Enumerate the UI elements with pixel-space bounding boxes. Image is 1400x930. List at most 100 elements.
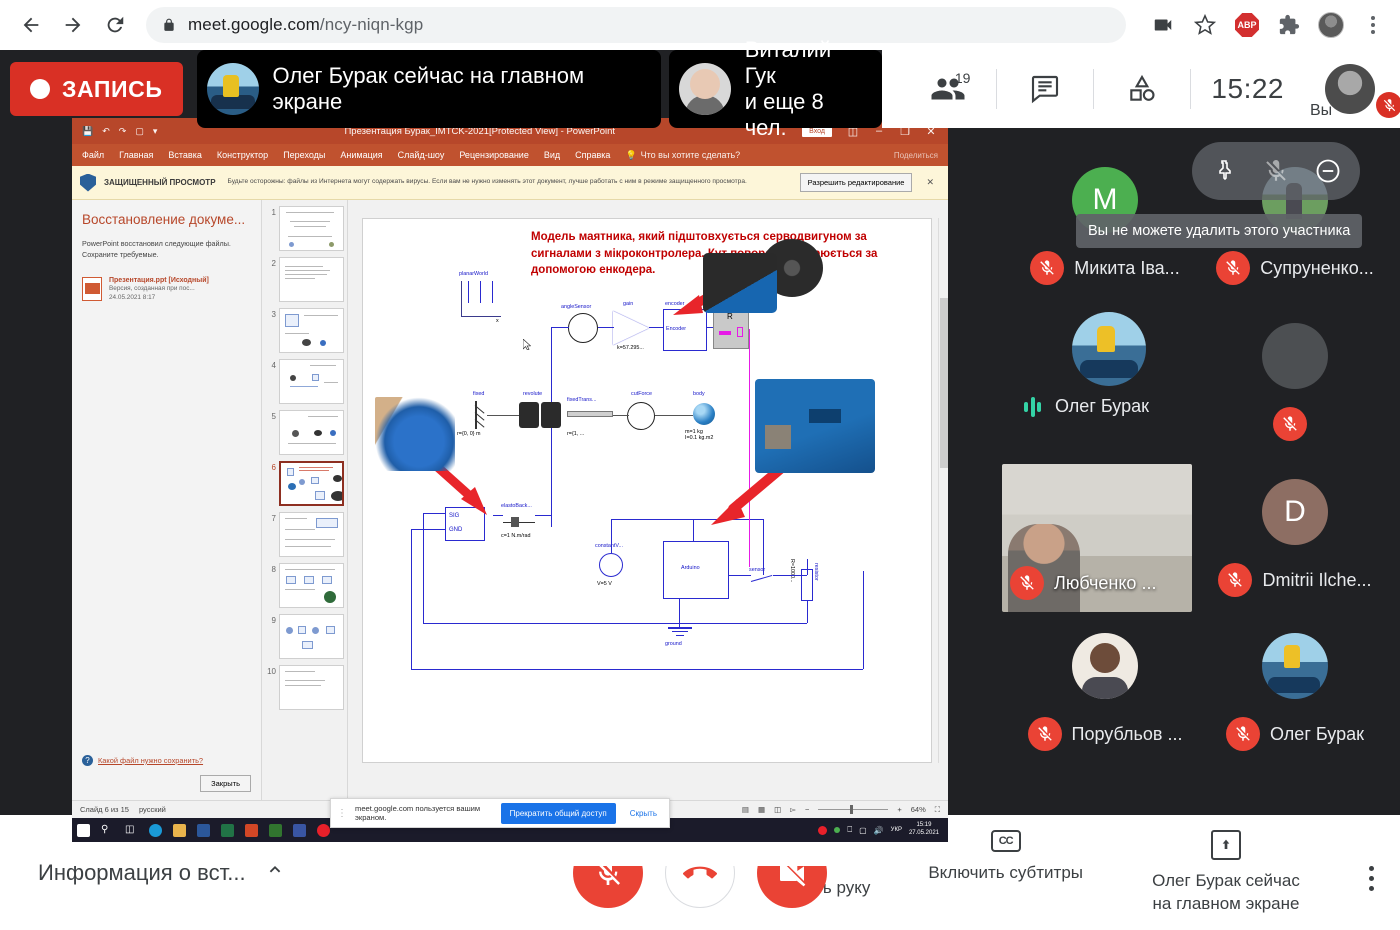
thumb-preview-selected[interactable] [279, 461, 344, 506]
stop-sharing-button[interactable]: Прекратить общий доступ [500, 802, 616, 824]
mic-off-icon[interactable] [1254, 149, 1298, 193]
network-icon[interactable] [834, 827, 841, 833]
pin-icon[interactable] [1202, 149, 1246, 193]
slide-thumbnail-3[interactable]: 3 [265, 308, 344, 353]
ribbon-tab-transitions[interactable]: Переходы [283, 150, 325, 160]
opera-icon[interactable] [317, 823, 330, 837]
thumb-preview[interactable] [279, 359, 344, 404]
close-icon[interactable]: ✕ [920, 177, 940, 188]
ribbon-tab-slideshow[interactable]: Слайд-шоу [398, 150, 445, 160]
scrollbar-thumb[interactable] [940, 298, 948, 468]
zoom-slider[interactable] [818, 805, 889, 814]
visio-icon[interactable] [293, 823, 306, 837]
slide-thumbnail-8[interactable]: 8 [265, 563, 344, 608]
thumb-preview[interactable] [279, 410, 344, 455]
slide-thumbnail-9[interactable]: 9 [265, 614, 344, 659]
task-view-icon[interactable]: ◫ [125, 824, 138, 837]
zoom-level-label[interactable]: 64% [911, 805, 926, 814]
powerpoint-icon[interactable] [245, 823, 258, 837]
fit-to-window-icon[interactable]: ⛶ [935, 805, 940, 815]
normal-view-icon[interactable]: ▤ [742, 805, 749, 814]
captions-button[interactable]: CC Включить субтитры [928, 830, 1083, 884]
participant-tile-4[interactable] [1200, 308, 1390, 456]
windows-start-icon[interactable] [77, 823, 90, 837]
slide-thumbnail-4[interactable]: 4 [265, 359, 344, 404]
slide-thumbnail-5[interactable]: 5 [265, 410, 344, 455]
battery-icon[interactable]: ▢ [859, 826, 867, 835]
tell-me-box[interactable]: 💡 Что вы хотите сделать? [625, 150, 740, 161]
excel-icon[interactable] [221, 823, 234, 837]
recovery-close-button[interactable]: Закрыть [200, 775, 251, 792]
recovery-help-link[interactable]: Какой файл нужно сохранить? [98, 756, 203, 765]
reading-view-icon[interactable]: ◫ [774, 805, 781, 814]
chat-icon[interactable] [997, 50, 1093, 128]
monitor-icon[interactable]: ⎕ [847, 825, 852, 835]
slide-thumbnail-2[interactable]: 2 [265, 257, 344, 302]
forward-arrow-icon[interactable] [56, 8, 90, 42]
ribbon-tab-insert[interactable]: Вставка [168, 150, 201, 160]
ribbon-tab-view[interactable]: Вид [544, 150, 560, 160]
slide-thumbnail-1[interactable]: 1 [265, 206, 344, 251]
back-arrow-icon[interactable] [14, 8, 48, 42]
enable-editing-button[interactable]: Разрешить редактирование [799, 173, 913, 192]
participant-tile-6[interactable]: D Dmitrii Ilche... [1200, 464, 1390, 612]
publisher-icon[interactable] [269, 823, 282, 837]
volume-icon[interactable]: 🔊 [874, 826, 884, 835]
explorer-icon[interactable] [173, 823, 186, 837]
present-now-button[interactable]: Олег Бурак сейчас на главном экране [1141, 830, 1311, 914]
address-bar[interactable]: meet.google.com/ncy-niqn-kgp [146, 7, 1126, 43]
screen-share-notification[interactable]: ⋮ meet.google.com пользуется вашим экран… [330, 798, 670, 828]
recording-badge[interactable]: ЗАПИСЬ [10, 62, 183, 116]
puzzle-icon[interactable] [1276, 12, 1302, 38]
ribbon-tab-home[interactable]: Главная [119, 150, 153, 160]
slide-thumbnail-7[interactable]: 7 [265, 512, 344, 557]
ribbon-tab-help[interactable]: Справка [575, 150, 610, 160]
slide-thumbnail-10[interactable]: 10 [265, 665, 344, 710]
slide-thumbnail-6[interactable]: 6 [265, 461, 344, 506]
thumb-preview[interactable] [279, 614, 344, 659]
reload-icon[interactable] [98, 8, 132, 42]
shared-screen-powerpoint[interactable]: 💾 ↶ ↷ ▢ ▾ Презентация Бурак_IMTCK-2021[P… [72, 118, 948, 866]
slide-sorter-icon[interactable]: ▦ [758, 805, 765, 814]
slide-vertical-scrollbar[interactable] [938, 218, 948, 763]
activities-icon[interactable] [1094, 50, 1190, 128]
kebab-menu-icon[interactable] [1360, 12, 1386, 38]
slide-thumbnail-pane[interactable]: 1 2 3 4 5 6 7 8 9 10 [262, 200, 348, 800]
word-icon[interactable] [197, 823, 210, 837]
participant-tile-3-hovered[interactable]: Олег Бурак [1010, 308, 1200, 456]
recovery-file-item[interactable]: Презентация.ppt [Исходный] Версия, созда… [82, 276, 251, 303]
language-indicator[interactable]: русский [139, 805, 166, 814]
current-slide[interactable]: Модель маятника, який підштовхується сер… [362, 218, 932, 763]
slideshow-icon[interactable]: ▻ [790, 805, 796, 814]
ribbon-tab-animations[interactable]: Анимация [340, 150, 382, 160]
zoom-minus-button[interactable]: − [805, 805, 809, 814]
thumb-preview[interactable] [279, 206, 344, 251]
search-icon[interactable]: ⚲ [101, 824, 114, 837]
ribbon-tab-file[interactable]: Файл [82, 150, 104, 160]
people-icon[interactable]: 19 [900, 50, 996, 128]
thumb-preview[interactable] [279, 665, 344, 710]
thumb-preview[interactable] [279, 257, 344, 302]
thumb-preview[interactable] [279, 563, 344, 608]
slide-editing-pane[interactable]: Модель маятника, який підштовхується сер… [348, 200, 948, 800]
cast-icon[interactable] [1150, 12, 1176, 38]
zoom-plus-button[interactable]: + [897, 805, 901, 814]
thumb-preview[interactable] [279, 512, 344, 557]
self-view-thumb[interactable]: Вы [1304, 50, 1400, 128]
star-icon[interactable] [1192, 12, 1218, 38]
thumb-preview[interactable] [279, 308, 344, 353]
participant-tile-8[interactable]: Олег Бурак [1200, 618, 1390, 766]
ribbon-tab-review[interactable]: Рецензирование [459, 150, 529, 160]
opera-tray-icon[interactable] [818, 825, 828, 835]
share-button[interactable]: Поделиться [894, 151, 938, 160]
tray-clock[interactable]: 15:19 27.05.2021 [909, 822, 939, 838]
kebab-menu-icon[interactable] [1369, 866, 1374, 892]
participant-hover-actions[interactable] [1192, 142, 1360, 200]
hide-notification-button[interactable]: Скрыть [624, 809, 663, 818]
edge-icon[interactable] [149, 823, 162, 837]
drag-handle-icon[interactable]: ⋮ [337, 808, 347, 819]
adblock-plus-icon[interactable]: ABP [1234, 12, 1260, 38]
participant-tile-7[interactable]: Порубльов ... [1010, 618, 1200, 766]
ribbon-tab-design[interactable]: Конструктор [217, 150, 268, 160]
remove-participant-icon[interactable] [1306, 149, 1350, 193]
